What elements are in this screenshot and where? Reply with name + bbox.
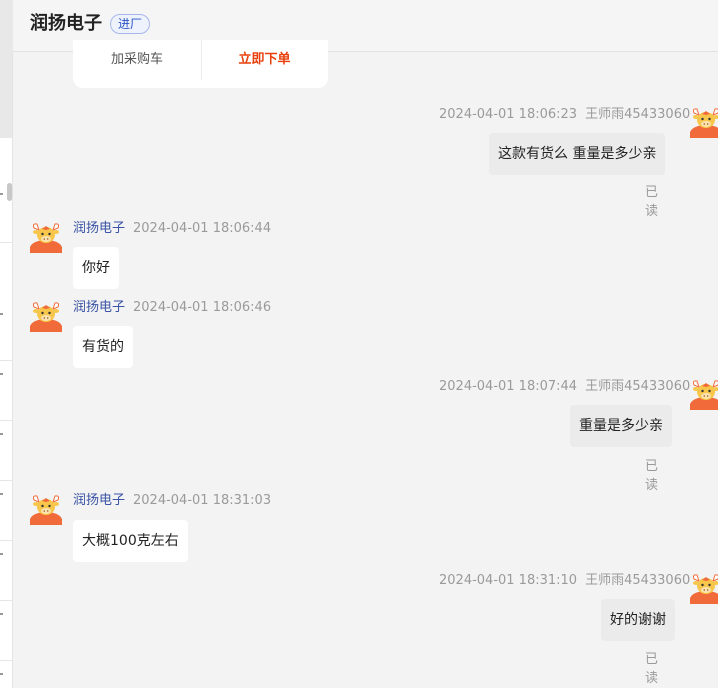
message-sender: 王师雨45433060 xyxy=(585,573,691,588)
message-time: 2024-04-01 18:06:23 xyxy=(439,107,578,122)
avatar-icon[interactable] xyxy=(690,106,718,138)
add-to-cart-button[interactable]: 加采购车 xyxy=(73,50,201,70)
message-sender: 王师雨45433060 xyxy=(585,379,691,394)
left-tick xyxy=(0,373,3,375)
message-bubble: 重量是多少亲 xyxy=(570,405,672,447)
message-time: 2024-04-01 18:07:44 xyxy=(439,379,578,394)
left-tick xyxy=(0,613,3,615)
read-status: 已读 xyxy=(645,185,659,219)
read-status: 已读 xyxy=(645,652,659,686)
avatar-icon[interactable] xyxy=(30,221,62,253)
avatar-icon[interactable] xyxy=(690,378,718,410)
read-status: 已读 xyxy=(645,459,659,493)
message-bubble: 有货的 xyxy=(73,326,133,368)
message-meta: 2024-04-01 18:31:10 王师雨45433060 xyxy=(439,573,690,589)
message-bubble: 你好 xyxy=(73,247,119,289)
avatar-icon[interactable] xyxy=(30,493,62,525)
message-time: 2024-04-01 18:06:46 xyxy=(133,300,272,315)
message-sender[interactable]: 润扬电子 xyxy=(73,493,125,508)
message-bubble: 大概100克左右 xyxy=(73,520,188,562)
message-time: 2024-04-01 18:31:03 xyxy=(133,493,272,508)
message-meta: 润扬电子 2024-04-01 18:06:46 xyxy=(73,300,271,316)
avatar-icon[interactable] xyxy=(30,300,62,332)
product-card: 加采购车 立即下单 xyxy=(73,40,328,88)
avatar-icon[interactable] xyxy=(690,572,718,604)
message-bubble: 好的谢谢 xyxy=(601,599,675,641)
message-time: 2024-04-01 18:31:10 xyxy=(439,573,578,588)
panel-divider xyxy=(12,52,13,688)
message-meta: 润扬电子 2024-04-01 18:31:03 xyxy=(73,493,271,509)
left-tick xyxy=(0,673,3,675)
message-sender[interactable]: 润扬电子 xyxy=(73,300,125,315)
left-tick xyxy=(0,433,3,435)
message-meta: 2024-04-01 18:07:44 王师雨45433060 xyxy=(439,379,690,395)
left-tick xyxy=(0,553,3,555)
message-meta: 2024-04-01 18:06:23 王师雨45433060 xyxy=(439,107,690,123)
left-tick xyxy=(0,193,3,195)
message-sender: 王师雨45433060 xyxy=(585,107,691,122)
left-tick xyxy=(0,313,3,315)
shop-name[interactable]: 润扬电子 xyxy=(30,12,102,36)
order-now-button[interactable]: 立即下单 xyxy=(201,50,328,70)
shop-badge[interactable]: 进厂 xyxy=(110,14,151,34)
message-sender[interactable]: 润扬电子 xyxy=(73,221,125,236)
left-tick xyxy=(0,493,3,495)
message-bubble: 这款有货么 重量是多少亲 xyxy=(489,133,666,175)
message-time: 2024-04-01 18:06:44 xyxy=(133,221,272,236)
message-meta: 润扬电子 2024-04-01 18:06:44 xyxy=(73,221,271,237)
